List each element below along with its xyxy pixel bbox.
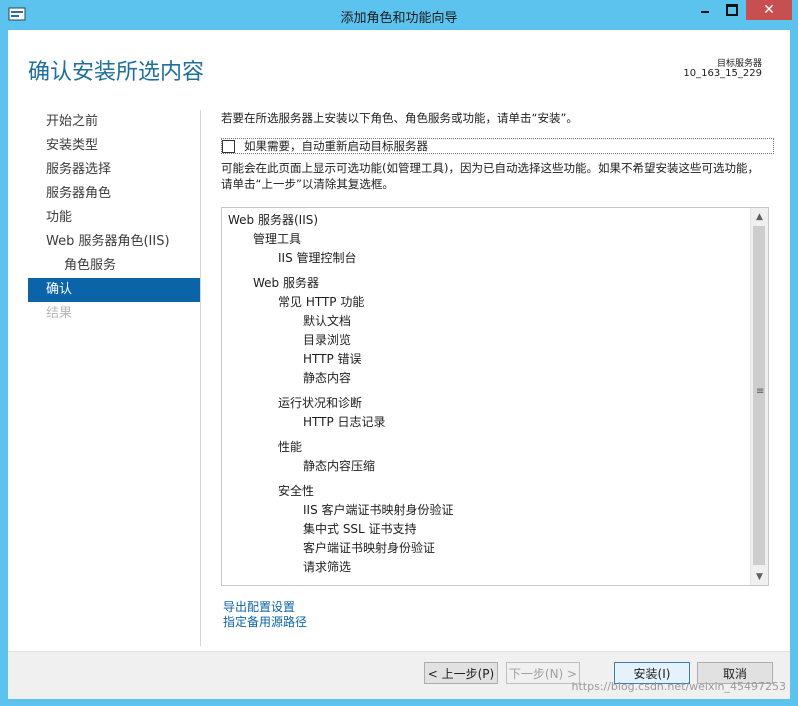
close-button[interactable]: ✕ bbox=[746, 0, 792, 20]
tree-node: 客户端证书映射身份验证 bbox=[303, 541, 436, 555]
maximize-button[interactable] bbox=[719, 0, 745, 20]
restart-option[interactable]: 如果需要，自动重新启动目标服务器 bbox=[221, 138, 774, 154]
tree-node: IIS 客户端证书映射身份验证 bbox=[303, 503, 454, 517]
watermark: https://blog.csdn.net/weixin_45497253 bbox=[571, 680, 786, 693]
nav-item-5[interactable]: Web 服务器角色(IIS) bbox=[28, 230, 200, 254]
optional-features-note: 可能会在此页面上显示可选功能(如管理工具)，因为已自动选择这些功能。如果不希望安… bbox=[221, 161, 759, 191]
maximize-icon bbox=[726, 4, 738, 16]
tree-node: 管理工具 bbox=[253, 232, 302, 246]
intro-text: 若要在所选服务器上安装以下角色、角色服务或功能，请单击“安装”。 bbox=[221, 111, 578, 125]
grip-icon: ≡ bbox=[756, 386, 765, 397]
restart-checkbox[interactable] bbox=[222, 140, 235, 153]
export-config-link[interactable]: 导出配置设置 bbox=[223, 600, 307, 615]
scroll-down-button[interactable]: ▼ bbox=[751, 568, 768, 585]
restart-checkbox-label[interactable]: 如果需要，自动重新启动目标服务器 bbox=[244, 138, 428, 154]
nav-item-2[interactable]: 服务器选择 bbox=[28, 158, 200, 182]
minimize-button[interactable] bbox=[692, 0, 718, 20]
wizard-content: 确认安装所选内容 目标服务器 10_163_15_229 开始之前 安装类型 服务器… bbox=[8, 30, 790, 699]
title-bar[interactable]: 添加角色和功能向导 ✕ bbox=[0, 0, 798, 30]
tree-node: Web 服务器(IIS) bbox=[228, 213, 319, 227]
next-button[interactable]: 下一步(N) > bbox=[506, 662, 580, 684]
tree-node: 静态内容压缩 bbox=[303, 459, 376, 473]
nav-item-7[interactable]: 确认 bbox=[28, 278, 200, 302]
tree-node: 性能 bbox=[278, 440, 303, 454]
minimize-icon bbox=[701, 11, 709, 13]
tree-node: 目录浏览 bbox=[303, 333, 352, 347]
links: 导出配置设置 指定备用源路径 bbox=[223, 600, 307, 630]
nav-item-1[interactable]: 安装类型 bbox=[28, 134, 200, 158]
wizard-footer: < 上一步(P) 下一步(N) > 安装(I) 取消 https://blog.… bbox=[8, 651, 790, 699]
tree-node: Web 服务器 bbox=[253, 276, 319, 290]
page-title: 确认安装所选内容 bbox=[28, 60, 205, 85]
tree-node: HTTP 错误 bbox=[303, 352, 362, 366]
tree-node: 常见 HTTP 功能 bbox=[278, 295, 365, 309]
previous-button[interactable]: < 上一步(P) bbox=[424, 662, 498, 684]
tree-node: 默认文档 bbox=[303, 314, 352, 328]
vertical-scrollbar[interactable]: ▲ ≡ ▼ bbox=[750, 208, 768, 585]
chevron-up-icon: ▲ bbox=[756, 211, 763, 222]
alt-source-link[interactable]: 指定备用源路径 bbox=[223, 615, 307, 630]
chevron-down-icon: ▼ bbox=[756, 571, 763, 582]
nav-item-8: 结果 bbox=[46, 306, 73, 321]
tree-node: 运行状况和诊断 bbox=[278, 396, 363, 410]
feature-tree: Web 服务器(IIS) 管理工具 IIS 管理控制台 Web 服务器常见 HTTP … bbox=[228, 211, 454, 577]
scroll-up-button[interactable]: ▲ bbox=[751, 208, 768, 225]
scroll-thumb[interactable]: ≡ bbox=[753, 226, 765, 565]
tree-node: 请求筛选 bbox=[303, 560, 352, 574]
tree-node: 静态内容 bbox=[303, 371, 352, 385]
tree-node: 安全性 bbox=[278, 484, 315, 498]
target-server-name: 10_163_15_229 bbox=[683, 68, 762, 79]
nav-item-4[interactable]: 功能 bbox=[28, 206, 200, 230]
close-icon: ✕ bbox=[763, 2, 775, 18]
nav-item-3[interactable]: 服务器角色 bbox=[28, 182, 200, 206]
tree-node: 集中式 SSL 证书支持 bbox=[303, 522, 417, 536]
nav-divider bbox=[200, 110, 201, 646]
nav-item-0[interactable]: 开始之前 bbox=[28, 110, 200, 134]
selection-list[interactable]: Web 服务器(IIS) 管理工具 IIS 管理控制台 Web 服务器常见 HTTP … bbox=[221, 207, 769, 586]
nav-item-6[interactable]: 角色服务 bbox=[28, 254, 200, 278]
wizard-window: 添加角色和功能向导 ✕ 确认安装所选内容 目标服务器 10_163_15_229… bbox=[0, 0, 798, 706]
tree-node: IIS 管理控制台 bbox=[278, 251, 357, 265]
window-title: 添加角色和功能向导 bbox=[340, 11, 458, 26]
tree-node: HTTP 日志记录 bbox=[303, 415, 386, 429]
wizard-nav: 开始之前 安装类型 服务器选择 服务器角色 功能 Web 服务器角色(IIS) 角色服务 确认… bbox=[28, 110, 200, 326]
